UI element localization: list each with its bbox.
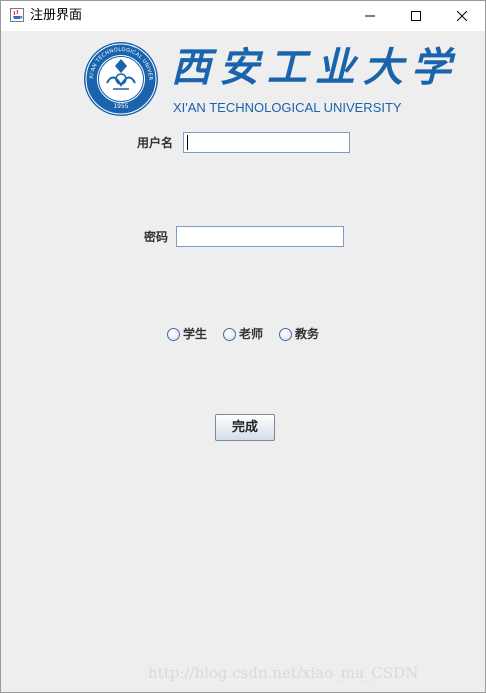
role-radio-admin[interactable]: 教务 [279,326,325,342]
role-label-admin: 教务 [295,327,320,341]
role-radio-student[interactable]: 学生 [167,326,213,342]
radio-circle-icon[interactable] [167,328,180,341]
university-seal-logo: XI'AN TECHNOLOGICAL UNIVERSITY 1955 [83,41,158,116]
username-label: 用户名 [137,136,174,150]
form-panel: XI'AN TECHNOLOGICAL UNIVERSITY 1955 西安工业… [1,31,485,692]
register-window: 注册界面 XI'AN TECHNOLOGICAL UNIVER 1955 西安工… [0,0,486,693]
text-caret [187,135,188,150]
title-bar[interactable]: 注册界面 [1,1,485,31]
radio-circle-icon[interactable] [223,328,236,341]
maximize-icon [411,11,421,21]
username-input[interactable] [183,132,350,153]
java-cup-icon [10,8,24,22]
close-button[interactable] [439,1,485,31]
radio-circle-icon[interactable] [279,328,292,341]
watermark-text: http://blog.csdn.net/xiao_ma_CSDN [148,664,419,682]
submit-button[interactable]: 完成 [215,414,275,441]
maximize-button[interactable] [393,1,439,31]
seal-year: 1955 [113,103,128,110]
password-label: 密码 [144,230,169,244]
window-title: 注册界面 [30,8,83,23]
close-icon [457,11,467,21]
minimize-icon [365,15,375,17]
password-input[interactable] [176,226,344,247]
role-label-teacher: 老师 [239,327,264,341]
role-radio-teacher[interactable]: 老师 [223,326,269,342]
role-label-student: 学生 [183,327,208,341]
university-name-chinese: 西安工业大学 [171,44,459,91]
university-name-english: XI'AN TECHNOLOGICAL UNIVERSITY [173,100,402,115]
minimize-button[interactable] [347,1,393,31]
